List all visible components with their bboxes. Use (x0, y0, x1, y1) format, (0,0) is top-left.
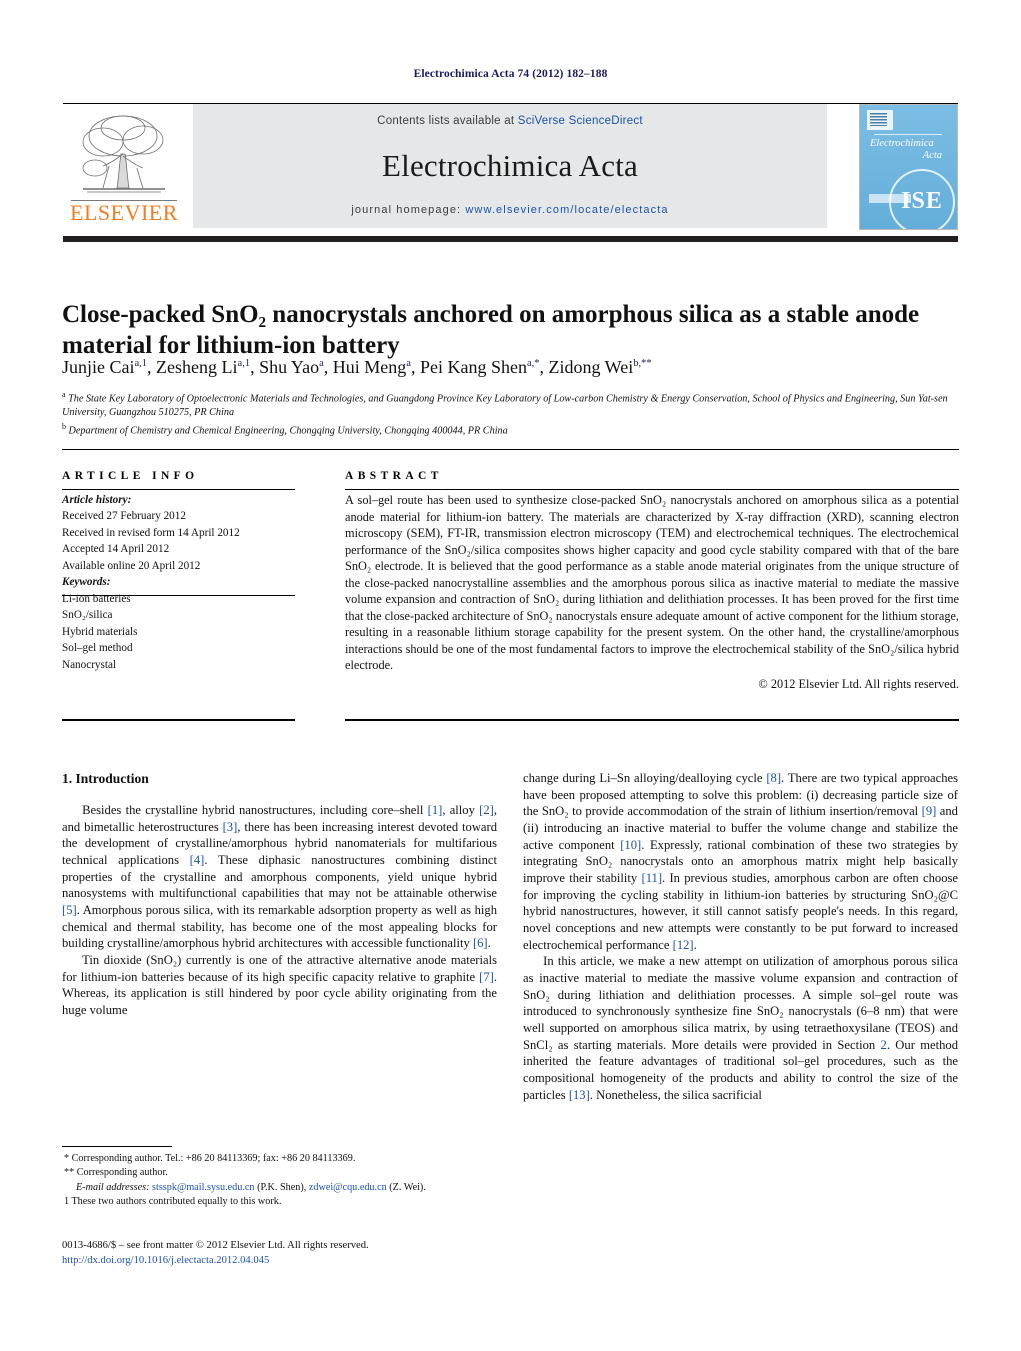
citation-ref[interactable]: [1] (428, 803, 443, 817)
keyword-item: Hybrid materials (62, 625, 138, 638)
journal-title: Electrochimica Acta (382, 148, 638, 183)
affiliation-b-text: Department of Chemistry and Chemical Eng… (68, 424, 508, 436)
article-info-column: Article history: Received 27 February 20… (62, 492, 295, 673)
body-paragraph: Besides the crystalline hybrid nanostruc… (62, 802, 497, 951)
body-paragraph: In this article, we make a new attempt o… (523, 954, 958, 1102)
citation-ref[interactable]: [12] (673, 938, 694, 952)
citation-ref[interactable]: [3] (223, 820, 238, 834)
journal-homepage-link[interactable]: www.elsevier.com/locate/electacta (465, 204, 668, 216)
affiliation-a: a The State Key Laboratory of Optoelectr… (62, 390, 948, 419)
citation-ref[interactable]: [8] (766, 771, 781, 785)
abstract-label: ABSTRACT (345, 470, 443, 482)
email-link-wei[interactable]: zdwei@cqu.edu.cn (309, 1182, 387, 1193)
journal-homepage-line: journal homepage: www.elsevier.com/locat… (193, 204, 827, 216)
abstract-text: A sol–gel route has been used to synthes… (345, 493, 959, 673)
elsevier-logo: ELSEVIER (63, 104, 185, 228)
article-history-block: Article history: Received 27 February 20… (62, 492, 295, 574)
affiliation-a-text: The State Key Laboratory of Optoelectron… (62, 393, 948, 419)
abstract-column: A sol–gel route has been used to synthes… (345, 492, 959, 692)
citation-ref[interactable]: [2] (479, 803, 494, 817)
masthead-top-rule (63, 103, 958, 104)
journal-article-page: Electrochimica Acta 74 (2012) 182–188 EL… (0, 0, 1021, 1351)
citation-ref[interactable]: [4] (190, 853, 205, 867)
body-paragraph: change during Li–Sn alloying/dealloying … (523, 771, 958, 952)
keyword-item: Nanocrystal (62, 658, 117, 671)
history-item: Accepted 14 April 2012 (62, 543, 170, 556)
keywords-heading: Keywords: (62, 576, 111, 589)
contents-lists-line: Contents lists available at SciVerse Sci… (193, 115, 827, 127)
footnote-corresponding-2: ** Corresponding author. (64, 1167, 168, 1179)
body-column-left: 1. Introduction Besides the crystalline … (62, 770, 497, 1019)
cover-journal-title: Electrochimica Acta (870, 138, 948, 162)
affiliation-list: a The State Key Laboratory of Optoelectr… (62, 389, 962, 438)
elsevier-tree-icon (82, 115, 165, 193)
article-info-divider-rule (62, 595, 295, 596)
contents-prefix: Contents lists available at (377, 115, 518, 127)
sciencedirect-link[interactable]: SciVerse ScienceDirect (518, 115, 643, 127)
email-owner-shen: (P.K. Shen), (257, 1181, 307, 1193)
citation-ref[interactable]: [7] (479, 970, 494, 984)
keyword-item: SnO₂/silica (62, 609, 113, 622)
citation-ref[interactable]: [5] (62, 903, 77, 917)
article-info-label-rule (62, 489, 295, 490)
abstract-top-rule (62, 449, 959, 451)
journal-masthead: ELSEVIER Contents lists available at Sci… (63, 104, 958, 230)
history-item: Received in revised form 14 April 2012 (62, 526, 240, 539)
citation-ref[interactable]: [9] (922, 804, 937, 818)
body-paragraph: Tin dioxide (SnO₂) currently is one of t… (62, 952, 497, 1017)
elsevier-wordmark: ELSEVIER (70, 200, 178, 225)
citation-ref[interactable]: [10] (620, 838, 641, 852)
footnote-equal-contribution: 1 These two authors contributed equally … (64, 1195, 282, 1207)
homepage-prefix: journal homepage: (351, 204, 466, 216)
citation-ref[interactable]: [6] (473, 936, 488, 950)
author-list: Junjie Caia,1, Zesheng Lia,1, Shu Yaoa, … (62, 357, 652, 377)
cover-ruleline (874, 134, 942, 135)
footnote-block: * Corresponding author. Tel.: +86 20 841… (62, 1152, 497, 1209)
history-item: Received 27 February 2012 (62, 510, 186, 523)
cover-elsevier-mark-icon (867, 110, 893, 130)
article-history-heading: Article history: (62, 494, 132, 506)
footnote-corresponding-1: * Corresponding author. Tel.: +86 20 841… (64, 1153, 356, 1164)
article-info-label: ARTICLE INFO (62, 470, 199, 482)
footnote-emails: E-mail addresses: stsspk@mail.sysu.edu.c… (62, 1181, 497, 1195)
abstract-copyright: © 2012 Elsevier Ltd. All rights reserved… (758, 676, 959, 691)
running-head: Electrochimica Acta 74 (2012) 182–188 (413, 68, 608, 80)
email-owner-wei: (Z. Wei). (389, 1181, 426, 1193)
cover-title-line2: Acta (922, 150, 942, 162)
keyword-item: Li-ion batteries (62, 592, 131, 605)
journal-header-band: Contents lists available at SciVerse Sci… (193, 104, 827, 228)
section-heading-introduction: 1. Introduction (62, 771, 149, 786)
issn-copyright-line: 0013-4686/$ – see front matter © 2012 El… (62, 1240, 369, 1251)
cover-ise-logo: ISE (889, 169, 955, 229)
doi-link[interactable]: http://dx.doi.org/10.1016/j.electacta.20… (62, 1253, 532, 1268)
citation-ref[interactable]: [11] (642, 871, 663, 885)
section-ref[interactable]: 2 (881, 1038, 887, 1052)
body-column-right: change during Li–Sn alloying/dealloying … (523, 770, 958, 1103)
footnote-rule (62, 1146, 172, 1147)
keywords-block: Keywords: Li-ion batteries SnO₂/silica H… (62, 574, 295, 673)
cover-title-line1: Electrochimica (870, 138, 934, 149)
article-info-bottom-rule (62, 719, 295, 721)
email-addresses-label: E-mail addresses: (76, 1181, 150, 1193)
page-title: Close-packed SnO₂ nanocrystals anchored … (62, 300, 920, 359)
abstract-label-rule (345, 489, 959, 491)
imprint-block: 0013-4686/$ – see front matter © 2012 El… (62, 1238, 532, 1268)
citation-ref[interactable]: [13] (569, 1088, 590, 1102)
masthead-bottom-bar (63, 236, 958, 242)
journal-cover-thumbnail: Electrochimica Acta ISE (859, 104, 958, 230)
affiliation-b: b Department of Chemistry and Chemical E… (62, 421, 508, 436)
abstract-bottom-rule (345, 719, 959, 721)
history-item: Available online 20 April 2012 (62, 559, 201, 572)
keyword-item: Sol–gel method (62, 642, 133, 655)
email-link-shen[interactable]: stsspk@mail.sysu.edu.cn (152, 1182, 254, 1193)
